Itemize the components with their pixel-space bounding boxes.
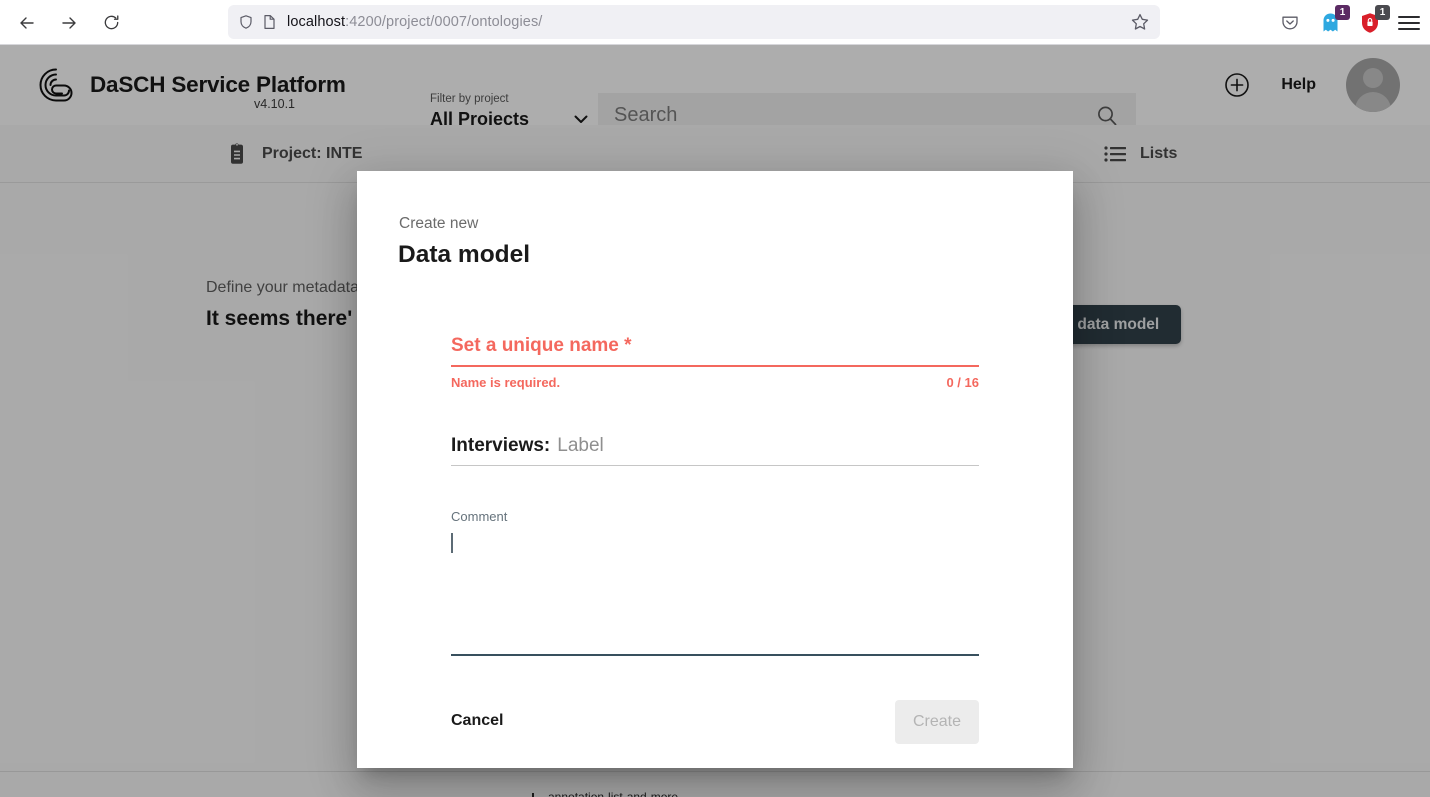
label-field[interactable]: Interviews: Label xyxy=(451,435,979,466)
label-field-underline xyxy=(451,465,979,466)
reload-icon[interactable] xyxy=(94,6,128,40)
name-character-counter: 0 / 16 xyxy=(946,375,979,390)
pocket-icon[interactable] xyxy=(1276,9,1304,37)
forward-arrow-icon[interactable] xyxy=(52,6,86,40)
label-input[interactable]: Label xyxy=(557,435,604,457)
comment-field-underline xyxy=(451,654,979,656)
star-icon[interactable] xyxy=(1130,12,1150,32)
url-text[interactable]: localhost:4200/project/0007/ontologies/ xyxy=(287,14,1130,30)
shield-extension-icon[interactable]: 1 xyxy=(1356,4,1390,37)
ghost-extension-badge: 1 xyxy=(1335,4,1350,20)
name-error-message: Name is required. xyxy=(451,375,561,390)
comment-textarea[interactable] xyxy=(451,524,979,654)
name-field[interactable]: Set a unique name * Name is required. 0 … xyxy=(451,335,979,390)
ghost-extension-icon[interactable]: 1 xyxy=(1316,4,1350,37)
page-info-icon[interactable] xyxy=(262,14,277,30)
url-host: localhost xyxy=(287,14,346,30)
url-bar[interactable]: localhost:4200/project/0007/ontologies/ xyxy=(228,5,1160,39)
browser-toolbar-right: 1 1 xyxy=(1276,0,1422,45)
comment-field-label: Comment xyxy=(451,509,508,524)
text-caret xyxy=(451,533,453,553)
dialog-eyebrow: Create new xyxy=(399,215,479,232)
browser-chrome: localhost:4200/project/0007/ontologies/ … xyxy=(0,0,1430,45)
create-data-model-dialog: Create new Data model Set a unique name … xyxy=(357,171,1073,768)
dialog-title: Data model xyxy=(398,241,531,268)
shield-extension-badge: 1 xyxy=(1375,4,1390,20)
shield-icon[interactable] xyxy=(238,14,254,30)
url-path: :4200/project/0007/ontologies/ xyxy=(345,14,543,30)
dialog-footer: Cancel Create xyxy=(357,686,1073,768)
create-button[interactable]: Create xyxy=(895,700,979,744)
comment-field[interactable]: Comment xyxy=(451,509,979,656)
cancel-button[interactable]: Cancel xyxy=(451,712,503,730)
name-input[interactable]: Set a unique name * xyxy=(451,335,979,365)
back-arrow-icon[interactable] xyxy=(10,6,44,40)
label-field-prefix: Interviews: xyxy=(451,435,551,456)
hamburger-menu-icon[interactable] xyxy=(1396,15,1422,30)
name-field-hints: Name is required. 0 / 16 xyxy=(451,367,979,390)
browser-nav-buttons xyxy=(0,6,128,40)
